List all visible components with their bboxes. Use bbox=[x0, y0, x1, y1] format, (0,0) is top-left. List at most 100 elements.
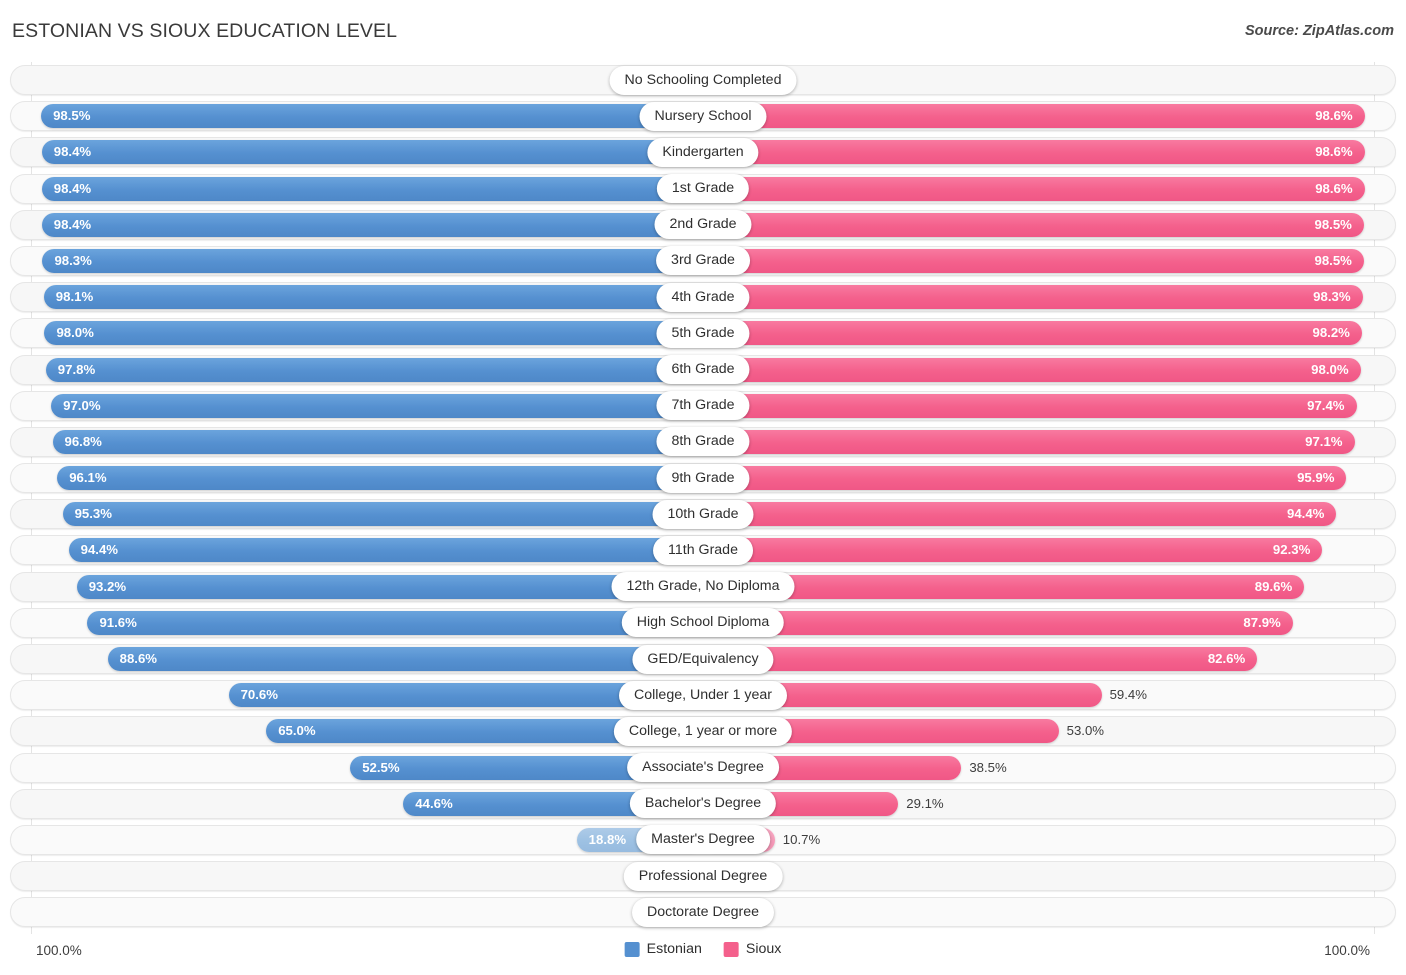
sioux-half: 87.9% bbox=[703, 610, 1374, 635]
estonian-half: 44.6% bbox=[31, 791, 703, 816]
sioux-half: 82.6% bbox=[703, 647, 1374, 671]
chart-row: 98.0% 98.2% 5th Grade bbox=[0, 315, 1406, 351]
sioux-value-label: 95.9% bbox=[1297, 470, 1335, 486]
sioux-value-label: 98.0% bbox=[1311, 361, 1349, 377]
sioux-half: 38.5% bbox=[703, 755, 1374, 780]
legend-swatch-sioux bbox=[723, 941, 739, 957]
sioux-half: 92.3% bbox=[703, 538, 1374, 563]
estonian-bar[interactable]: 97.0% bbox=[51, 393, 703, 418]
chart-row: 98.4% 98.6% Kindergarten bbox=[0, 134, 1406, 170]
category-label: High School Diploma bbox=[621, 608, 785, 638]
estonian-bar[interactable]: 98.4% bbox=[41, 212, 703, 237]
legend-item[interactable]: Estonian bbox=[624, 941, 702, 957]
estonian-bar[interactable]: 97.8% bbox=[45, 357, 703, 382]
sioux-bar[interactable]: 98.2% bbox=[703, 321, 1362, 346]
estonian-value-label: 96.8% bbox=[64, 433, 102, 449]
chart-footer: 100.0% Estonian Sioux 100.0% bbox=[0, 941, 1406, 965]
sioux-bar[interactable]: 98.6% bbox=[703, 140, 1365, 165]
estonian-bar[interactable]: 91.6% bbox=[87, 610, 703, 635]
estonian-half: 96.8% bbox=[31, 429, 703, 454]
category-label: 6th Grade bbox=[656, 355, 750, 384]
estonian-value-label: 93.2% bbox=[88, 578, 127, 594]
estonian-half: 91.6% bbox=[31, 610, 703, 635]
category-label: Doctorate Degree bbox=[632, 897, 774, 927]
sioux-value-label: 97.4% bbox=[1307, 397, 1345, 413]
chart-row: 94.4% 92.3% 11th Grade bbox=[0, 532, 1406, 568]
sioux-bar[interactable]: 97.1% bbox=[703, 429, 1355, 454]
estonian-bar[interactable]: 98.1% bbox=[43, 285, 703, 310]
category-label: Professional Degree bbox=[623, 861, 783, 891]
sioux-half: 3.3% bbox=[703, 864, 1374, 889]
category-label: GED/Equivalency bbox=[632, 644, 774, 674]
chart-row: 98.3% 98.5% 3rd Grade bbox=[0, 243, 1406, 279]
sioux-bar[interactable]: 97.4% bbox=[703, 393, 1357, 418]
sioux-bar[interactable]: 98.6% bbox=[703, 176, 1365, 201]
sioux-half: 98.5% bbox=[703, 212, 1374, 237]
estonian-half: 18.8% bbox=[31, 827, 703, 852]
estonian-bar[interactable]: 93.2% bbox=[76, 574, 703, 599]
estonian-value-label: 94.4% bbox=[80, 542, 119, 558]
estonian-half: 98.0% bbox=[31, 321, 703, 346]
estonian-value-label: 98.5% bbox=[53, 108, 91, 124]
legend-label: Sioux bbox=[745, 941, 782, 957]
estonian-bar[interactable]: 96.1% bbox=[57, 466, 703, 491]
chart-row: 70.6% 59.4% College, Under 1 year bbox=[0, 677, 1406, 713]
estonian-value-label: 98.4% bbox=[53, 144, 92, 160]
sioux-half: 89.6% bbox=[703, 574, 1374, 599]
estonian-bar[interactable]: 98.0% bbox=[44, 321, 703, 346]
sioux-bar[interactable]: 94.4% bbox=[703, 502, 1337, 527]
estonian-bar[interactable]: 88.6% bbox=[107, 647, 703, 671]
estonian-value-label: 98.0% bbox=[56, 325, 94, 341]
estonian-half: 1.6% bbox=[31, 68, 703, 92]
estonian-bar[interactable]: 95.3% bbox=[62, 502, 703, 527]
estonian-bar[interactable]: 98.5% bbox=[41, 104, 703, 129]
sioux-bar[interactable]: 98.6% bbox=[703, 104, 1365, 129]
sioux-value-label: 82.6% bbox=[1207, 651, 1246, 666]
sioux-bar[interactable]: 92.3% bbox=[703, 538, 1323, 563]
estonian-bar[interactable]: 98.4% bbox=[41, 140, 703, 165]
estonian-half: 98.4% bbox=[31, 140, 703, 165]
estonian-value-label: 98.1% bbox=[55, 289, 94, 305]
estonian-bar[interactable]: 98.4% bbox=[41, 176, 703, 201]
chart-row: 97.0% 97.4% 7th Grade bbox=[0, 388, 1406, 424]
chart-row: 97.8% 98.0% 6th Grade bbox=[0, 352, 1406, 388]
sioux-value-label: 92.3% bbox=[1272, 542, 1311, 558]
chart-legend: Estonian Sioux bbox=[624, 941, 782, 957]
estonian-value-label: 96.1% bbox=[69, 470, 107, 486]
sioux-half: 98.6% bbox=[703, 104, 1374, 129]
estonian-value-label: 98.4% bbox=[53, 180, 92, 196]
chart-page: ESTONIAN VS SIOUX EDUCATION LEVEL Source… bbox=[0, 0, 1406, 975]
chart-row: 18.8% 10.7% Master's Degree bbox=[0, 822, 1406, 858]
sioux-bar[interactable]: 82.6% bbox=[703, 647, 1258, 671]
legend-item[interactable]: Sioux bbox=[723, 941, 782, 957]
chart-row: 88.6% 82.6% GED/Equivalency bbox=[0, 641, 1406, 677]
estonian-value-label: 98.4% bbox=[53, 216, 92, 232]
sioux-value-label: 97.1% bbox=[1305, 433, 1343, 449]
sioux-bar[interactable]: 98.3% bbox=[703, 285, 1363, 310]
legend-label: Estonian bbox=[646, 941, 702, 957]
sioux-bar[interactable]: 98.0% bbox=[703, 357, 1361, 382]
sioux-bar[interactable]: 98.5% bbox=[703, 212, 1364, 237]
estonian-bar[interactable]: 98.3% bbox=[42, 248, 703, 273]
sioux-half: 98.0% bbox=[703, 357, 1374, 382]
sioux-half: 1.8% bbox=[703, 68, 1374, 92]
sioux-bar[interactable]: 95.9% bbox=[703, 466, 1347, 491]
sioux-value-label: 10.7% bbox=[782, 831, 821, 847]
sioux-half: 98.5% bbox=[703, 248, 1374, 273]
chart-row: 1.6%1.8%No Schooling Completed bbox=[0, 62, 1406, 98]
category-label: 7th Grade bbox=[656, 391, 750, 421]
estonian-value-label: 70.6% bbox=[240, 687, 278, 703]
estonian-value-label: 97.8% bbox=[57, 361, 96, 377]
category-label: 12th Grade, No Diploma bbox=[611, 572, 795, 602]
estonian-half: 97.0% bbox=[31, 393, 703, 418]
sioux-bar[interactable]: 98.5% bbox=[703, 248, 1364, 273]
estonian-half: 97.8% bbox=[31, 357, 703, 382]
estonian-bar[interactable]: 94.4% bbox=[68, 538, 703, 563]
category-label: 5th Grade bbox=[656, 318, 750, 348]
sioux-bar[interactable]: 87.9% bbox=[703, 610, 1293, 635]
estonian-bar[interactable]: 96.8% bbox=[52, 429, 703, 454]
chart-row: 96.1% 95.9% 9th Grade bbox=[0, 460, 1406, 496]
estonian-value-label: 65.0% bbox=[278, 723, 316, 739]
estonian-value-label: 18.8% bbox=[588, 831, 627, 847]
estonian-half: 88.6% bbox=[31, 647, 703, 671]
